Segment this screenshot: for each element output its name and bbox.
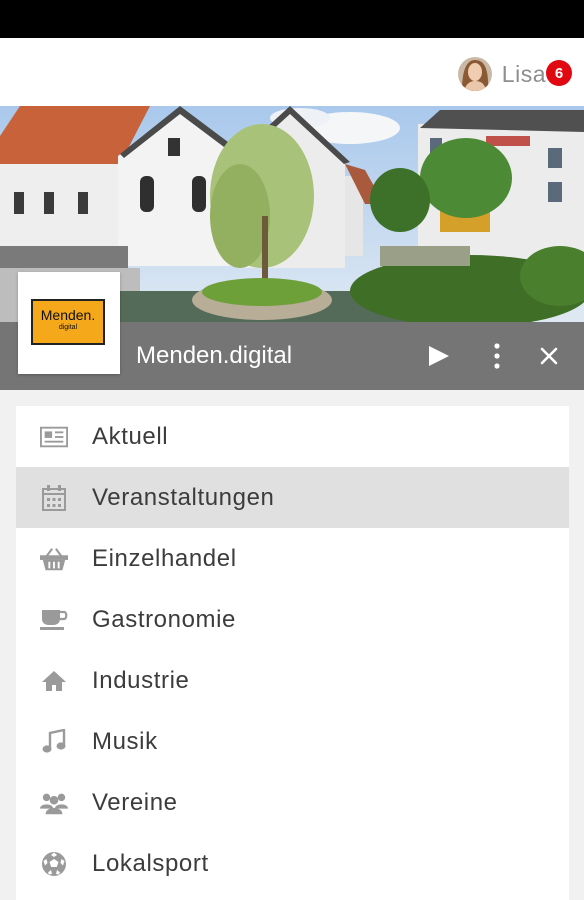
play-icon <box>429 346 449 366</box>
app-logo: Menden. digital <box>18 272 120 374</box>
user-account[interactable]: Lisa 6 <box>457 56 572 92</box>
status-bar <box>0 0 584 38</box>
avatar[interactable] <box>457 57 492 91</box>
notification-badge[interactable]: 6 <box>546 60 572 86</box>
menu-item-gastronomie[interactable]: Gastronomie <box>16 589 569 650</box>
logo-subtext: digital <box>58 324 78 331</box>
menu-item-label: Aktuell <box>92 422 169 450</box>
music-note-icon <box>40 729 68 755</box>
navigation-menu: Aktuell Veranstaltungen Einzelhandel Gas… <box>16 406 569 900</box>
logo-sign: Menden. digital <box>31 299 105 345</box>
close-button[interactable] <box>529 336 569 376</box>
app-title: Menden.digital <box>136 342 293 369</box>
coffee-cup-icon <box>40 607 68 633</box>
menu-item-industrie[interactable]: Industrie <box>16 650 569 711</box>
soccer-ball-icon <box>40 851 68 877</box>
more-options-button[interactable] <box>477 336 517 376</box>
menu-item-label: Musik <box>92 727 158 755</box>
play-button[interactable] <box>418 336 458 376</box>
menu-item-label: Einzelhandel <box>92 544 237 572</box>
home-icon <box>40 668 68 694</box>
newspaper-icon <box>40 424 68 450</box>
close-icon <box>540 347 558 365</box>
menu-item-label: Veranstaltungen <box>92 483 275 511</box>
menu-item-label: Lokalsport <box>92 849 209 877</box>
menu-item-einzelhandel[interactable]: Einzelhandel <box>16 528 569 589</box>
menu-item-vereine[interactable]: Vereine <box>16 772 569 833</box>
menu-item-aktuell[interactable]: Aktuell <box>16 406 569 467</box>
shopping-basket-icon <box>40 546 68 572</box>
calendar-icon <box>40 485 68 511</box>
menu-item-label: Gastronomie <box>92 605 236 633</box>
user-name: Lisa <box>501 60 546 87</box>
menu-item-label: Vereine <box>92 788 178 816</box>
menu-item-veranstaltungen[interactable]: Veranstaltungen <box>16 467 569 528</box>
top-bar: Lisa 6 <box>0 38 584 106</box>
menu-item-musik[interactable]: Musik <box>16 711 569 772</box>
logo-text: Menden. <box>40 307 96 323</box>
menu-item-label: Industrie <box>92 666 190 694</box>
menu-item-lokalsport[interactable]: Lokalsport <box>16 833 569 894</box>
more-vert-icon <box>494 343 500 369</box>
group-icon <box>40 790 68 816</box>
